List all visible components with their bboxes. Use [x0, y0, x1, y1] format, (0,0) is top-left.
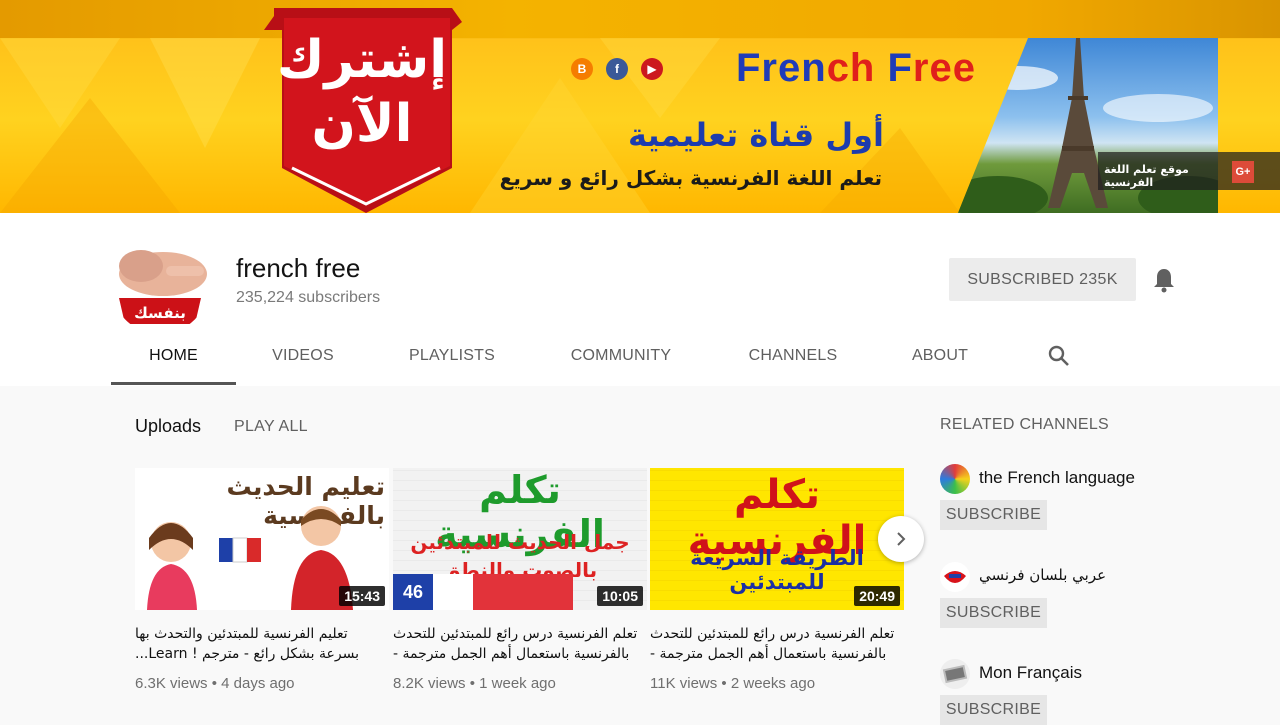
video-thumbnail[interactable]: تعليم الحديث بالفرنسية 15:43: [135, 468, 389, 610]
subscribed-button[interactable]: SUBSCRIBED 235K: [949, 258, 1136, 301]
video-views: 11K views: [650, 675, 718, 692]
uploads-heading[interactable]: Uploads: [135, 416, 201, 437]
video-duration: 10:05: [597, 586, 643, 606]
youtube-icon[interactable]: ▶: [641, 58, 663, 80]
video-meta: 6.3K views • 4 days ago: [135, 675, 295, 692]
brand-part4: ree: [912, 46, 976, 90]
video-card[interactable]: تكلم الفرنسية جمل الحديث للمبتدئين بالصو…: [393, 468, 647, 692]
video-title-line2: بالفرنسية باستعمال أهم الجمل مترجمة - ..…: [393, 646, 630, 662]
play-all-button[interactable]: PLAY ALL: [234, 418, 308, 436]
channel-header: بنفسك french free 235,224 subscribers SU…: [0, 213, 1280, 386]
subscriber-count: 235,224 subscribers: [236, 289, 381, 306]
video-card[interactable]: تعليم الحديث بالفرنسية 15:43 تعليم الفرن…: [135, 468, 389, 692]
tab-about[interactable]: ABOUT: [906, 333, 974, 386]
related-channel-name[interactable]: the French language: [979, 468, 1135, 488]
banner-tagline: أول قناة تعليمية: [628, 116, 884, 154]
video-title-line1: تعلم الفرنسية درس رائع للمبتدئين للتحدث: [650, 626, 895, 642]
brand-part2: ch: [826, 46, 888, 90]
channel-avatar[interactable]: بنفسك: [111, 236, 209, 334]
video-meta: 8.2K views • 1 week ago: [393, 675, 556, 692]
tab-channels[interactable]: CHANNELS: [743, 333, 843, 386]
video-title[interactable]: تعلم الفرنسية درس رائع للمبتدئين للتحدث …: [650, 624, 904, 666]
lips-logo-icon: [944, 571, 966, 583]
brand-title: French Free: [736, 46, 976, 91]
subscribe-button[interactable]: SUBSCRIBE: [940, 500, 1047, 530]
subscribe-button[interactable]: SUBSCRIBE: [940, 695, 1047, 725]
ribbon-text-line2: الآن: [311, 94, 413, 154]
tab-videos[interactable]: VIDEOS: [261, 333, 345, 386]
thumbnail-text-sub1: جمل الحديث للمبتدئين: [410, 530, 630, 554]
avatar-text: بنفسك: [134, 304, 186, 322]
facebook-icon[interactable]: f: [606, 58, 628, 80]
related-channel-name[interactable]: Mon Français: [979, 663, 1082, 683]
tab-playlists[interactable]: PLAYLISTS: [401, 333, 503, 386]
google-plus-icon[interactable]: G+: [1232, 161, 1254, 183]
video-thumbnail[interactable]: تكلم الفرنسية الطريقة السريعة للمبتدئين …: [650, 468, 904, 610]
notification-bell-icon[interactable]: [1152, 267, 1176, 293]
video-title[interactable]: تعلم الفرنسية درس رائع للمبتدئين للتحدث …: [393, 624, 647, 666]
video-age: 2 weeks ago: [730, 675, 816, 692]
blogger-icon[interactable]: B: [571, 58, 593, 80]
video-title-line1: تعليم الفرنسية للمبتدئين والتحدث بها: [135, 626, 348, 642]
video-views: 6.3K views: [135, 675, 208, 692]
brand-part1: Fren: [736, 46, 827, 90]
search-icon[interactable]: [1047, 344, 1071, 368]
related-channel-avatar[interactable]: [940, 562, 970, 592]
banner-top-strip: [0, 0, 1280, 38]
video-age: 4 days ago: [221, 675, 295, 692]
video-title-line2: بسرعة بشكل رائع - مترجم ! Learn...: [135, 646, 359, 662]
related-channel-name[interactable]: عربي بلسان فرنسي: [979, 566, 1106, 584]
carousel-next-button[interactable]: [878, 516, 924, 562]
video-card[interactable]: تكلم الفرنسية الطريقة السريعة للمبتدئين …: [650, 468, 904, 692]
video-duration: 20:49: [854, 586, 900, 606]
book-logo-icon: [942, 664, 968, 684]
website-link-text[interactable]: موقع تعلم اللغة الفرنسية: [1104, 163, 1224, 189]
video-duration: 15:43: [339, 586, 385, 606]
related-channel-avatar[interactable]: [940, 464, 970, 494]
video-age: 1 week ago: [479, 675, 556, 692]
tab-home[interactable]: HOME: [111, 333, 236, 386]
related-channels-heading: RELATED CHANNELS: [940, 416, 1109, 433]
ribbon-text-line1: إشترك: [276, 30, 448, 90]
brand-part3: F: [887, 46, 913, 90]
video-thumbnail[interactable]: تكلم الفرنسية جمل الحديث للمبتدئين بالصو…: [393, 468, 647, 610]
video-meta: 11K views • 2 weeks ago: [650, 675, 816, 692]
video-title[interactable]: تعليم الفرنسية للمبتدئين والتحدث بها بسر…: [135, 624, 389, 666]
thumbnail-number-badge: 46: [393, 574, 433, 610]
video-title-line2: بالفرنسية باستعمال أهم الجمل مترجمة - ..…: [650, 646, 887, 662]
video-views: 8.2K views: [393, 675, 466, 692]
channel-banner: إشترك الآن B f ▶ French Free أول قناة تع…: [0, 0, 1280, 213]
subscribe-button[interactable]: SUBSCRIBE: [940, 598, 1047, 628]
video-title-line1: تعلم الفرنسية درس رائع للمبتدئين للتحدث: [393, 626, 638, 642]
tab-community[interactable]: COMMUNITY: [563, 333, 679, 386]
banner-subtagline: تعلم اللغة الفرنسية بشكل رائع و سريع: [499, 166, 882, 190]
chevron-right-icon: [897, 532, 906, 546]
channel-name: french free: [236, 253, 361, 283]
related-channel-avatar[interactable]: [940, 659, 970, 689]
